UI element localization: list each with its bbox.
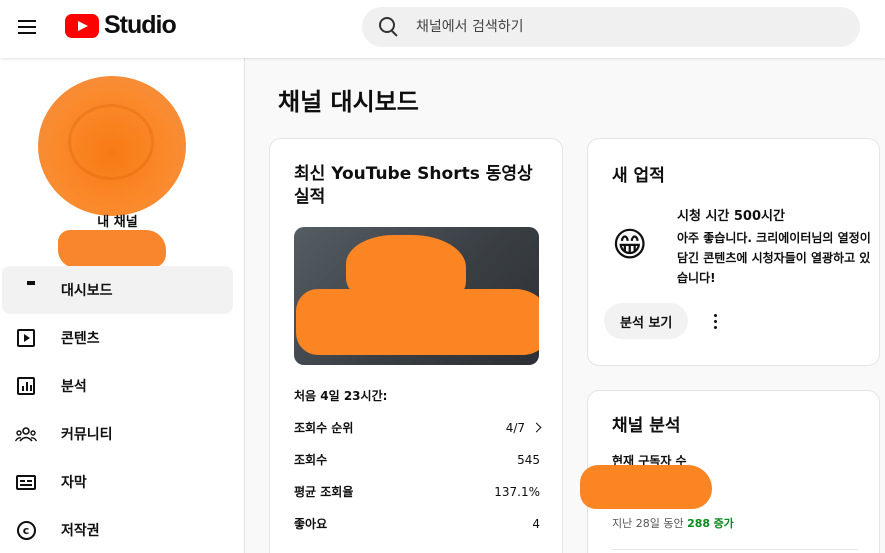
sidebar-item-label: 커뮤니티 [61, 427, 113, 443]
stat-value: 137.1% [494, 484, 540, 499]
sidebar-item-label: 콘텐츠 [61, 331, 100, 347]
stat-row-avg-viewed: 평균 조회율 137.1% [294, 483, 540, 500]
stat-row-likes: 좋아요 4 [294, 515, 540, 532]
sidebar-item-label: 저작권 [61, 523, 100, 539]
stat-label: 평균 조회율 [294, 485, 354, 499]
my-channel-label: 내 채널 [97, 215, 138, 230]
hamburger-menu-icon[interactable] [10, 10, 44, 44]
sidebar-item-dashboard[interactable]: 대시보드 [2, 266, 233, 314]
card-title: 새 업적 [612, 166, 665, 186]
youtube-play-icon [65, 13, 99, 38]
sidebar-item-analytics[interactable]: 분석 [0, 362, 245, 410]
page-title: 채널 대시보드 [278, 88, 419, 116]
first-days-label: 처음 4일 23시간: [294, 389, 388, 403]
trend-suffix: 증가 [713, 517, 734, 530]
subscriber-count-redacted [580, 465, 712, 509]
subtitles-icon [16, 474, 36, 490]
sidebar-nav: 대시보드 콘텐츠 분석 커뮤니티 자막 c 저작권 [0, 266, 245, 553]
sidebar-item-community[interactable]: 커뮤니티 [0, 410, 245, 458]
sidebar-item-label: 자막 [61, 475, 87, 491]
search-bar[interactable] [362, 7, 860, 47]
trend-value: 288 [687, 517, 711, 530]
view-analytics-button[interactable]: 분석 보기 [604, 303, 689, 339]
card-title: 채널 분석 [612, 416, 681, 436]
sidebar-item-label: 대시보드 [61, 283, 113, 299]
card-title: 최신 YouTube Shorts 동영상 실적 [294, 164, 533, 207]
chevron-right-icon[interactable] [531, 422, 542, 433]
stat-row-views: 조회수 545 [294, 451, 540, 468]
stat-row-rank[interactable]: 조회수 순위 4/7 [294, 419, 542, 436]
shorts-thumbnail-redacted[interactable] [294, 227, 539, 365]
sidebar-item-subtitles[interactable]: 자막 [0, 458, 245, 506]
analytics-icon [17, 377, 35, 395]
stat-label: 조회수 [294, 453, 328, 467]
channel-name-redacted [58, 230, 166, 268]
search-input[interactable] [416, 19, 816, 35]
sidebar-item-copyright[interactable]: c 저작권 [0, 506, 245, 553]
community-icon [15, 423, 37, 445]
stat-value: 4 [532, 516, 540, 531]
sidebar-item-label: 분석 [61, 379, 87, 395]
new-achievement-card: 새 업적 😁 시청 시간 500시간 아주 좋습니다. 크리에이터님의 열정이 … [587, 138, 880, 366]
achievement-headline: 시청 시간 500시간 [677, 209, 785, 224]
redaction-mark [296, 289, 539, 355]
sidebar: 내 채널 대시보드 콘텐츠 분석 커뮤니티 자막 c 저작권 [0, 58, 245, 553]
channel-analytics-card: 채널 분석 현재 구독자 수 지난 28일 동안 288 증가 [580, 390, 880, 553]
stat-value: 545 [517, 452, 540, 467]
subscriber-trend: 지난 28일 동안 288 증가 [612, 517, 734, 530]
sidebar-item-content[interactable]: 콘텐츠 [0, 314, 245, 362]
logo-text: Studio [104, 11, 177, 39]
more-vert-icon[interactable] [700, 305, 730, 337]
copyright-icon: c [16, 520, 36, 540]
search-icon[interactable] [378, 16, 400, 38]
latest-shorts-card: 최신 YouTube Shorts 동영상 실적 처음 4일 23시간: 조회수… [269, 138, 563, 553]
stat-label: 좋아요 [294, 517, 328, 531]
achievement-body: 아주 좋습니다. 크리에이터님의 열정이 담긴 콘텐츠에 시청자들이 열광하고 … [677, 231, 871, 285]
channel-avatar-redacted[interactable] [38, 76, 186, 216]
content-icon [17, 329, 35, 347]
dashboard-icon [15, 279, 37, 301]
divider [612, 549, 858, 550]
grinning-face-icon: 😁 [612, 225, 648, 265]
stat-label: 조회수 순위 [294, 421, 354, 435]
studio-logo[interactable]: Studio [65, 11, 177, 40]
stat-value: 4/7 [505, 420, 525, 435]
top-app-bar: Studio [0, 0, 885, 58]
